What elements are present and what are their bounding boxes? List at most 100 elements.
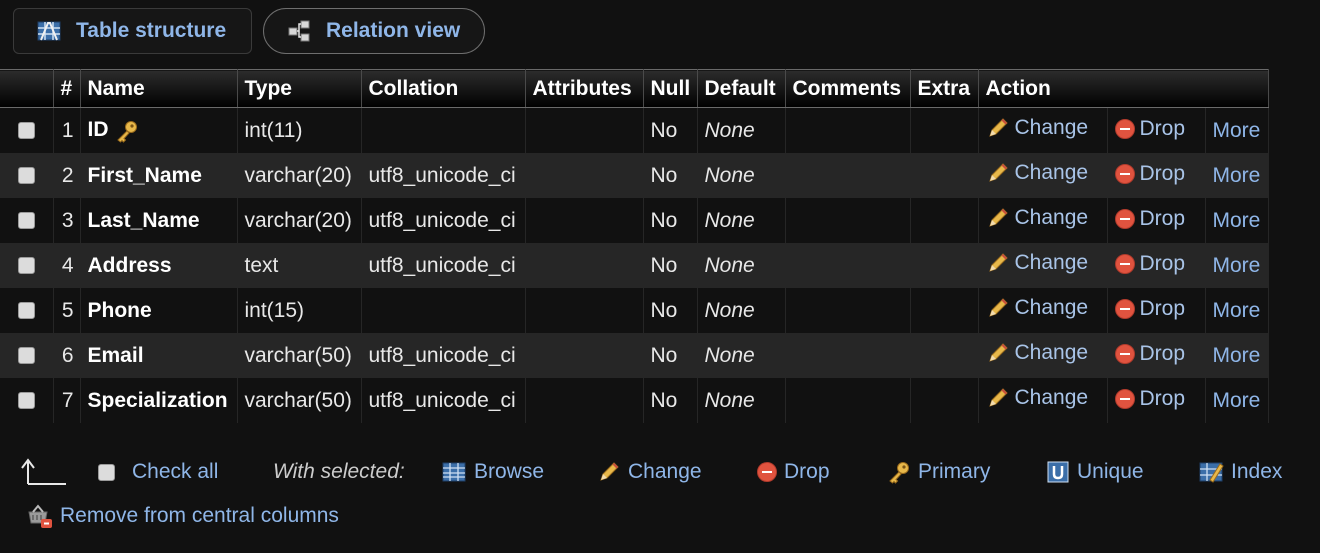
table-row: 7 Specialization varchar(50) utf8_unicod…	[0, 378, 1269, 423]
drop-icon	[1114, 208, 1135, 229]
column-default: None	[697, 198, 786, 243]
drop-button[interactable]: Drop	[1114, 117, 1185, 141]
more-link[interactable]: More	[1205, 153, 1269, 198]
change-button[interactable]: Change	[986, 161, 1088, 185]
bulk-change-button[interactable]: Change	[597, 460, 702, 484]
row-checkbox[interactable]	[17, 212, 35, 230]
pencil-icon	[597, 460, 621, 484]
column-extra	[910, 288, 979, 333]
column-name[interactable]: ID	[88, 118, 109, 141]
primary-button[interactable]: Primary	[887, 460, 990, 484]
change-button[interactable]: Change	[986, 206, 1088, 230]
column-null: No	[643, 107, 698, 153]
tab-relation-view[interactable]: Relation view	[263, 8, 485, 54]
row-checkbox[interactable]	[17, 392, 35, 410]
column-comments	[785, 198, 911, 243]
column-name[interactable]: Email	[88, 344, 144, 367]
primary-label: Primary	[918, 460, 991, 483]
column-name[interactable]: Specialization	[88, 389, 228, 412]
row-number: 2	[53, 153, 81, 198]
pencil-icon	[986, 296, 1010, 320]
column-type: int(15)	[237, 288, 362, 333]
index-button[interactable]: Index	[1198, 460, 1282, 484]
row-number: 7	[53, 378, 81, 423]
more-link[interactable]: More	[1205, 198, 1269, 243]
browse-button[interactable]: Browse	[441, 460, 544, 484]
column-name[interactable]: Phone	[88, 299, 152, 322]
more-link[interactable]: More	[1205, 243, 1269, 288]
header-extra[interactable]: Extra	[910, 69, 979, 108]
column-attributes	[525, 243, 644, 288]
drop-button[interactable]: Drop	[1114, 387, 1185, 411]
row-number: 3	[53, 198, 81, 243]
tab-table-structure[interactable]: Table structure	[13, 8, 252, 54]
column-name[interactable]: Address	[88, 254, 172, 277]
column-name[interactable]: First_Name	[88, 164, 202, 187]
check-all-control[interactable]: Check all	[98, 460, 218, 484]
row-checkbox[interactable]	[17, 347, 35, 365]
change-button[interactable]: Change	[986, 116, 1088, 140]
column-default: None	[697, 107, 786, 153]
more-link[interactable]: More	[1205, 107, 1269, 153]
drop-label: Drop	[1139, 296, 1186, 320]
column-comments	[785, 153, 911, 198]
column-default: None	[697, 243, 786, 288]
row-checkbox[interactable]	[17, 257, 35, 275]
row-number: 6	[53, 333, 81, 378]
column-collation: utf8_unicode_ci	[361, 153, 526, 198]
remove-central-columns-button[interactable]: Remove from central columns	[26, 503, 339, 529]
header-name[interactable]: Name	[80, 69, 238, 108]
column-collation	[361, 107, 526, 153]
drop-button[interactable]: Drop	[1114, 296, 1186, 321]
check-all-checkbox[interactable]	[98, 463, 115, 481]
more-link[interactable]: More	[1205, 333, 1269, 378]
column-null: No	[643, 153, 698, 198]
drop-button[interactable]: Drop	[1114, 341, 1186, 366]
more-link[interactable]: More	[1205, 378, 1269, 423]
header-num[interactable]: #	[53, 69, 81, 108]
change-label: Change	[1014, 250, 1089, 274]
row-checkbox[interactable]	[17, 122, 35, 140]
column-comments	[785, 333, 911, 378]
header-row: # Name Type Collation Attributes Null De…	[0, 69, 1269, 108]
index-icon	[1199, 462, 1224, 483]
table-row: 5 Phone int(15) No None Change Drop More	[0, 288, 1269, 333]
header-comments[interactable]: Comments	[785, 69, 911, 108]
drop-button[interactable]: Drop	[1114, 207, 1185, 231]
index-label: Index	[1231, 460, 1283, 483]
column-collation: utf8_unicode_ci	[361, 378, 526, 423]
drop-icon	[1114, 343, 1135, 364]
header-collation[interactable]: Collation	[361, 69, 526, 108]
header-null[interactable]: Null	[643, 69, 698, 108]
row-checkbox[interactable]	[17, 302, 35, 320]
change-button[interactable]: Change	[986, 386, 1088, 410]
column-extra	[910, 378, 979, 423]
header-default[interactable]: Default	[697, 69, 786, 108]
drop-button[interactable]: Drop	[1114, 162, 1185, 186]
header-attributes[interactable]: Attributes	[525, 69, 644, 108]
bulk-drop-label: Drop	[784, 460, 830, 483]
drop-button[interactable]: Drop	[1114, 252, 1185, 276]
column-attributes	[525, 153, 644, 198]
check-all-label[interactable]: Check all	[132, 460, 218, 484]
change-button[interactable]: Change	[986, 250, 1089, 275]
drop-label: Drop	[1139, 341, 1186, 365]
browse-icon	[442, 462, 466, 482]
column-collation	[361, 288, 526, 333]
row-checkbox[interactable]	[17, 167, 35, 185]
change-button[interactable]: Change	[986, 341, 1088, 365]
column-name[interactable]: Last_Name	[88, 209, 200, 232]
table-row: 6 Email varchar(50) utf8_unicode_ci No N…	[0, 333, 1269, 378]
arrow-up-icon	[20, 456, 68, 488]
column-attributes	[525, 378, 644, 423]
more-link[interactable]: More	[1205, 288, 1269, 333]
unique-button[interactable]: Unique	[1046, 460, 1144, 484]
column-null: No	[643, 198, 698, 243]
column-attributes	[525, 288, 644, 333]
bulk-drop-button[interactable]: Drop	[757, 460, 830, 484]
drop-icon	[1114, 118, 1135, 139]
table-row: 4 Address text utf8_unicode_ci No None C…	[0, 243, 1269, 288]
table-structure-grid: # Name Type Collation Attributes Null De…	[0, 69, 1269, 423]
header-type[interactable]: Type	[237, 69, 362, 108]
change-button[interactable]: Change	[986, 296, 1088, 320]
